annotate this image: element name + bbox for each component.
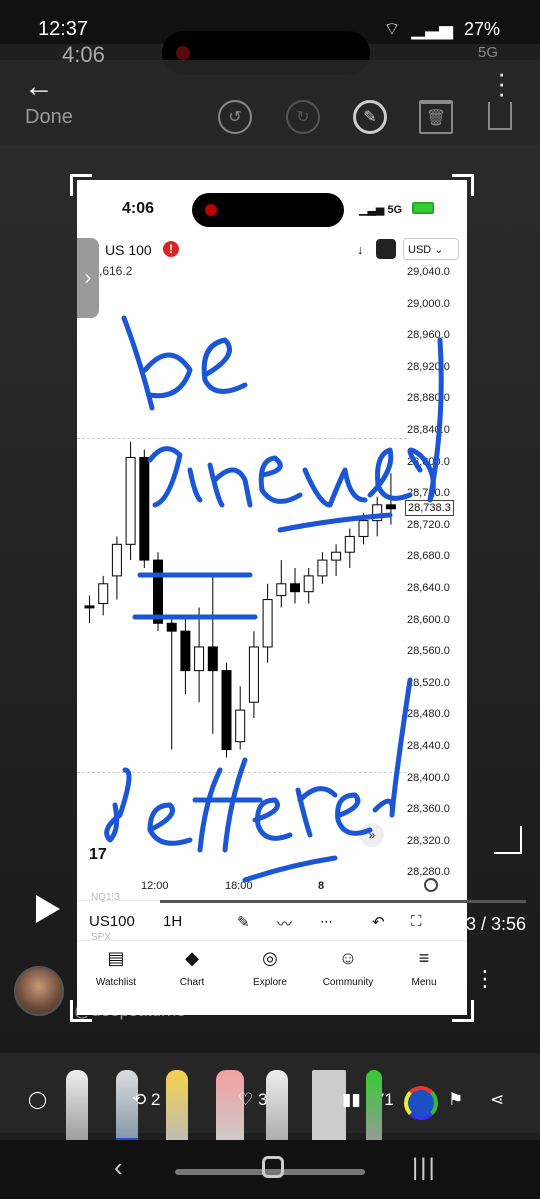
- reply-icon[interactable]: ◯: [28, 1090, 47, 1110]
- play-icon[interactable]: [36, 895, 60, 923]
- color-picker-icon[interactable]: [404, 1086, 438, 1120]
- pen-tool-icon[interactable]: [66, 1070, 88, 1144]
- fullscreen-icon[interactable]: [494, 826, 522, 854]
- username[interactable]: @deepsaturno: [74, 1001, 186, 1021]
- bookmark-icon[interactable]: ⚑: [448, 1090, 463, 1110]
- system-home-icon[interactable]: [262, 1156, 284, 1178]
- like-count[interactable]: ♡ 3: [238, 1090, 267, 1110]
- marker-tool-icon[interactable]: [366, 1070, 382, 1144]
- ruler-tool-icon[interactable]: [312, 1070, 346, 1144]
- system-recents-icon[interactable]: |||: [412, 1154, 437, 1182]
- system-back-icon[interactable]: ‹: [114, 1152, 123, 1183]
- highlighter-tool-icon[interactable]: [166, 1070, 188, 1144]
- video-duration: 3 / 3:56: [465, 914, 526, 934]
- pencil-tool-icon[interactable]: [266, 1070, 288, 1144]
- retweet-count[interactable]: ⟲ 2: [132, 1090, 160, 1110]
- video-progress-bar[interactable]: [160, 900, 526, 903]
- avatar[interactable]: [14, 966, 64, 1016]
- retweet-value: 2: [150, 1090, 161, 1109]
- more-vertical-icon[interactable]: ⋮: [474, 966, 496, 992]
- share-nodes-icon[interactable]: ⋖: [490, 1090, 504, 1110]
